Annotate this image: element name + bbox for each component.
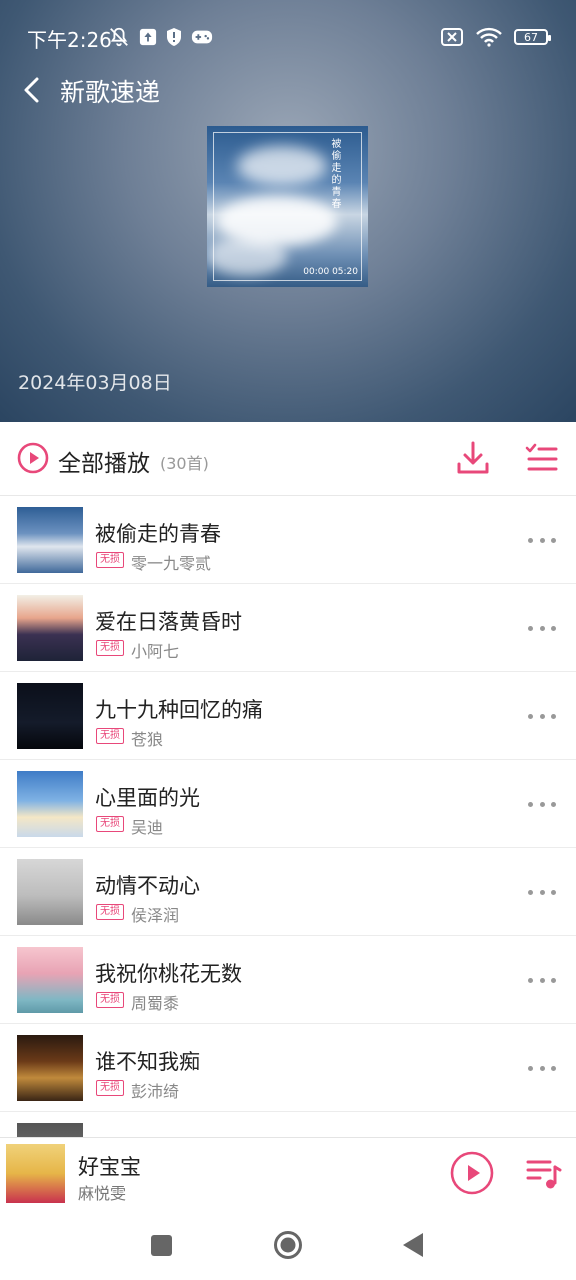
song-list-item[interactable]: 爱在日落黄昏时 无损 小阿七 <box>0 584 576 672</box>
status-bar: 下午2:26 67 <box>0 20 576 54</box>
song-list-item[interactable]: 谁不知我痴 无损 彭沛绮 <box>0 1024 576 1112</box>
status-icons-left <box>108 25 213 49</box>
more-horizontal-icon[interactable] <box>528 970 556 990</box>
back-button[interactable] <box>12 70 52 110</box>
more-horizontal-icon[interactable] <box>528 882 556 902</box>
shield-icon <box>166 27 182 47</box>
play-icon[interactable] <box>450 1151 494 1195</box>
song-title: 动情不动心 <box>95 874 200 898</box>
song-list-item[interactable]: 心里面的光 无损 吴迪 <box>0 760 576 848</box>
album-cover: 被偷走的青春 00:00 05:20 <box>207 126 368 287</box>
mini-player[interactable]: 好宝宝 麻悦雯 <box>0 1137 576 1213</box>
chevron-left-icon <box>24 77 39 103</box>
song-title: 被偷走的青春 <box>95 522 221 546</box>
system-nav-bar <box>0 1210 576 1280</box>
song-cover <box>17 1035 83 1101</box>
top-bar: 新歌速递 <box>0 66 576 114</box>
song-title: 心里面的光 <box>95 786 200 810</box>
more-horizontal-icon[interactable] <box>528 794 556 814</box>
song-title: 我祝你桃花无数 <box>95 962 242 986</box>
song-cover <box>17 947 83 1013</box>
song-artist: 彭沛绮 <box>131 1082 180 1101</box>
nav-back-button[interactable] <box>402 1232 424 1258</box>
song-cover <box>17 507 83 573</box>
more-horizontal-icon[interactable] <box>528 706 556 726</box>
song-list-item[interactable]: 我祝你桃花无数 无损 周蜀黍 <box>0 936 576 1024</box>
play-circle-icon[interactable] <box>17 442 49 474</box>
page-title: 新歌速递 <box>60 78 161 107</box>
song-cover <box>17 859 83 925</box>
play-all-button[interactable]: 全部播放 <box>58 444 150 478</box>
wifi-icon <box>476 27 502 47</box>
mute-bell-icon <box>108 26 130 48</box>
song-artist: 小阿七 <box>131 642 180 661</box>
play-all-bar: 全部播放 (30首) <box>0 422 576 496</box>
lossless-badge: 无损 <box>96 992 124 1008</box>
song-count: (30首) <box>160 454 209 473</box>
download-icon[interactable] <box>456 440 490 476</box>
song-list-item[interactable]: 被偷走的青春 无损 零一九零贰 <box>0 496 576 584</box>
cover-time: 00:00 05:20 <box>303 267 358 277</box>
home-button[interactable] <box>273 1230 303 1260</box>
song-cover <box>17 683 83 749</box>
more-horizontal-icon[interactable] <box>528 530 556 550</box>
mini-player-cover <box>6 1144 65 1203</box>
lossless-badge: 无损 <box>96 1080 124 1096</box>
song-list: 被偷走的青春 无损 零一九零贰 爱在日落黄昏时 无损 小阿七 九十九种回忆的痛 … <box>0 496 576 1200</box>
lossless-badge: 无损 <box>96 552 124 568</box>
lossless-badge: 无损 <box>96 640 124 656</box>
lossless-badge: 无损 <box>96 904 124 920</box>
lossless-badge: 无损 <box>96 816 124 832</box>
lossless-badge: 无损 <box>96 728 124 744</box>
status-time: 下午2:26 <box>27 28 112 52</box>
playlist-icon[interactable] <box>524 1155 562 1193</box>
upload-icon <box>139 28 157 46</box>
song-artist: 零一九零贰 <box>131 554 212 573</box>
song-list-item[interactable]: 九十九种回忆的痛 无损 苍狼 <box>0 672 576 760</box>
sim-off-icon <box>440 27 464 47</box>
song-title: 九十九种回忆的痛 <box>95 698 263 722</box>
song-cover <box>17 595 83 661</box>
status-icons-right: 67 <box>440 25 551 49</box>
song-title: 谁不知我痴 <box>95 1050 200 1074</box>
more-horizontal-icon[interactable] <box>528 618 556 638</box>
list-check-icon[interactable] <box>524 442 558 476</box>
song-title: 爱在日落黄昏时 <box>95 610 242 634</box>
recent-apps-button[interactable] <box>151 1235 172 1256</box>
song-list-item[interactable]: 动情不动心 无损 侯泽润 <box>0 848 576 936</box>
album-header: 下午2:26 67 新歌速递 被偷走的青春 00:00 05:20 2024年0… <box>0 0 576 422</box>
song-artist: 周蜀黍 <box>131 994 180 1013</box>
battery-indicator: 67 <box>514 29 551 45</box>
more-horizontal-icon[interactable] <box>528 1058 556 1078</box>
release-date: 2024年03月08日 <box>18 372 172 394</box>
song-artist: 吴迪 <box>131 818 164 837</box>
song-artist: 侯泽润 <box>131 906 180 925</box>
gamepad-icon <box>191 28 213 46</box>
mini-player-artist: 麻悦雯 <box>78 1184 127 1203</box>
song-artist: 苍狼 <box>131 730 164 749</box>
song-cover <box>17 771 83 837</box>
cover-title: 被偷走的青春 <box>329 138 340 210</box>
mini-player-title: 好宝宝 <box>78 1155 141 1179</box>
